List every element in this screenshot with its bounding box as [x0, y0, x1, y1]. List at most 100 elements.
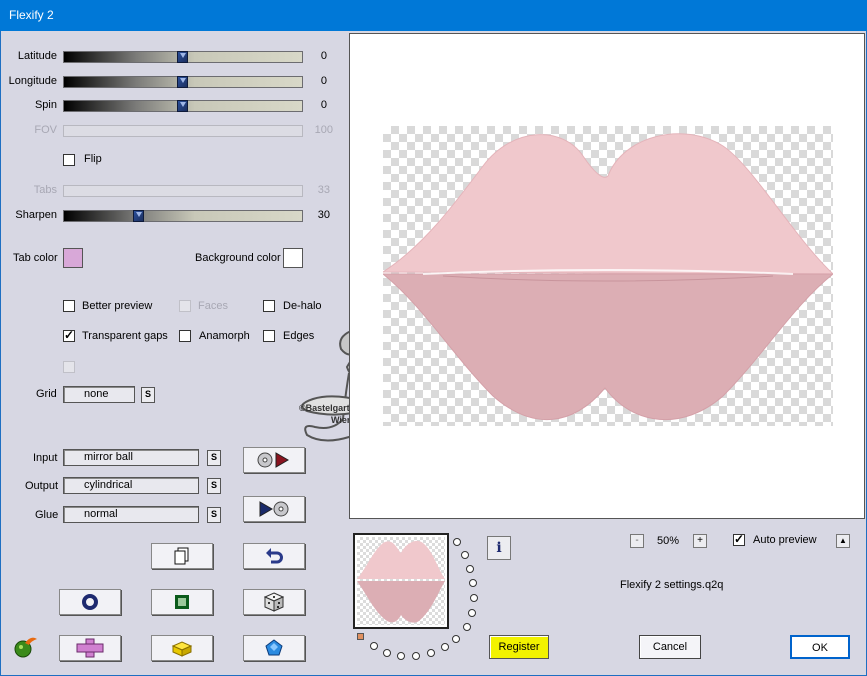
history-dot[interactable]: [470, 594, 478, 602]
fov-value: 100: [314, 124, 333, 136]
tab-color-swatch[interactable]: [63, 248, 83, 268]
collapse-button[interactable]: ▲: [836, 534, 850, 548]
anamorph-label: Anamorph: [199, 330, 250, 342]
grid-s-button[interactable]: S: [141, 387, 155, 403]
better-preview-label: Better preview: [82, 300, 153, 312]
longitude-slider[interactable]: [63, 76, 303, 88]
undo-button[interactable]: [243, 543, 305, 569]
anamorph-checkbox[interactable]: [179, 330, 191, 342]
latitude-label: Latitude: [17, 50, 57, 62]
history-dot[interactable]: [383, 649, 391, 657]
preview-image: [383, 133, 833, 421]
history-dot[interactable]: [412, 652, 420, 660]
glue-label: Glue: [35, 509, 59, 521]
preview-area[interactable]: [349, 33, 865, 519]
latitude-thumb[interactable]: [177, 51, 188, 63]
swap-output-button[interactable]: [243, 496, 305, 522]
tab-color-label: Tab color: [13, 252, 58, 264]
history-dot[interactable]: [463, 623, 471, 631]
history-dot[interactable]: [461, 551, 469, 559]
input-select[interactable]: mirror ball: [63, 449, 199, 466]
input-s-button[interactable]: S: [207, 450, 221, 466]
glue-s-button[interactable]: S: [207, 507, 221, 523]
history-dot[interactable]: [397, 652, 405, 660]
zoom-value: 50%: [657, 535, 680, 547]
grid-select[interactable]: none: [63, 386, 135, 403]
settings-filename: Flexify 2 settings.q2q: [620, 579, 724, 591]
zoom-in-button[interactable]: +: [693, 534, 707, 548]
ring-icon: [82, 594, 98, 610]
copy-button[interactable]: [151, 543, 213, 569]
disc-to-arrow-icon: [257, 452, 289, 468]
tabs-label: Tabs: [33, 184, 57, 196]
auto-preview-label: Auto preview: [753, 534, 817, 546]
output-label: Output: [25, 480, 59, 492]
transparent-gaps-label: Transparent gaps: [82, 330, 168, 342]
thumbnail-image: [357, 540, 445, 623]
grid-label: Grid: [36, 388, 57, 400]
faces-checkbox: [179, 300, 191, 312]
input-label: Input: [33, 452, 58, 464]
dice-icon: [264, 592, 284, 612]
square-button[interactable]: [151, 589, 213, 615]
history-dot[interactable]: [469, 579, 477, 587]
flip-checkbox[interactable]: [63, 154, 75, 166]
swap-input-button[interactable]: [243, 447, 305, 473]
cancel-button[interactable]: Cancel: [639, 635, 701, 659]
thumbnail-preview[interactable]: [353, 533, 449, 629]
history-dot[interactable]: [453, 538, 461, 546]
tabs-slider: [63, 185, 303, 197]
latitude-value: 0: [320, 50, 327, 62]
spin-thumb[interactable]: [177, 100, 188, 112]
history-dot[interactable]: [441, 643, 449, 651]
square-icon: [175, 595, 189, 609]
cross-button[interactable]: [59, 635, 121, 661]
plugin-logo: [11, 635, 39, 662]
history-dot[interactable]: [370, 642, 378, 650]
thumbnail-marker[interactable]: [357, 633, 364, 640]
unlabeled-checkbox: [63, 361, 75, 373]
auto-preview-checkbox[interactable]: [733, 532, 745, 546]
latitude-slider[interactable]: [63, 51, 303, 63]
dice-button[interactable]: [243, 589, 305, 615]
spin-slider[interactable]: [63, 100, 303, 112]
dialog-body: Latitude 0 Longitude 0 Spin 0 FOV 100 Fl…: [0, 31, 867, 676]
register-button[interactable]: Register: [489, 635, 549, 659]
zoom-out-button[interactable]: -: [630, 534, 644, 548]
copy-icon: [174, 547, 189, 565]
spin-label: Spin: [34, 99, 57, 111]
tabs-value: 33: [317, 184, 330, 196]
sharpen-thumb[interactable]: [133, 210, 144, 222]
output-select[interactable]: cylindrical: [63, 477, 199, 494]
history-dot[interactable]: [466, 565, 474, 573]
fov-slider: [63, 125, 303, 137]
background-color-swatch[interactable]: [283, 248, 303, 268]
history-dot[interactable]: [427, 649, 435, 657]
de-halo-checkbox[interactable]: [263, 300, 275, 312]
preview-transparency: [383, 126, 833, 426]
history-dot[interactable]: [452, 635, 460, 643]
brick-icon: [171, 641, 193, 657]
undo-icon: [266, 548, 283, 564]
info-button[interactable]: i: [487, 536, 511, 560]
fov-label: FOV: [34, 124, 57, 136]
ring-button[interactable]: [59, 589, 121, 615]
transparent-gaps-checkbox[interactable]: [63, 328, 75, 342]
thumbnail-transparency: [357, 537, 445, 625]
better-preview-checkbox[interactable]: [63, 300, 75, 312]
longitude-thumb[interactable]: [177, 76, 188, 88]
sharpen-value: 30: [317, 209, 330, 221]
output-s-button[interactable]: S: [207, 478, 221, 494]
window-title: Flexify 2: [9, 8, 54, 22]
flip-label: Flip: [84, 153, 102, 165]
sharpen-slider[interactable]: [63, 210, 303, 222]
gem-button[interactable]: [243, 635, 305, 661]
de-halo-label: De-halo: [283, 300, 322, 312]
history-dot[interactable]: [468, 609, 476, 617]
ok-button[interactable]: OK: [790, 635, 850, 659]
glue-select[interactable]: normal: [63, 506, 199, 523]
brick-button[interactable]: [151, 635, 213, 661]
spin-value: 0: [320, 99, 327, 111]
edges-checkbox[interactable]: [263, 330, 275, 342]
arrow-to-disc-icon: [259, 501, 289, 517]
